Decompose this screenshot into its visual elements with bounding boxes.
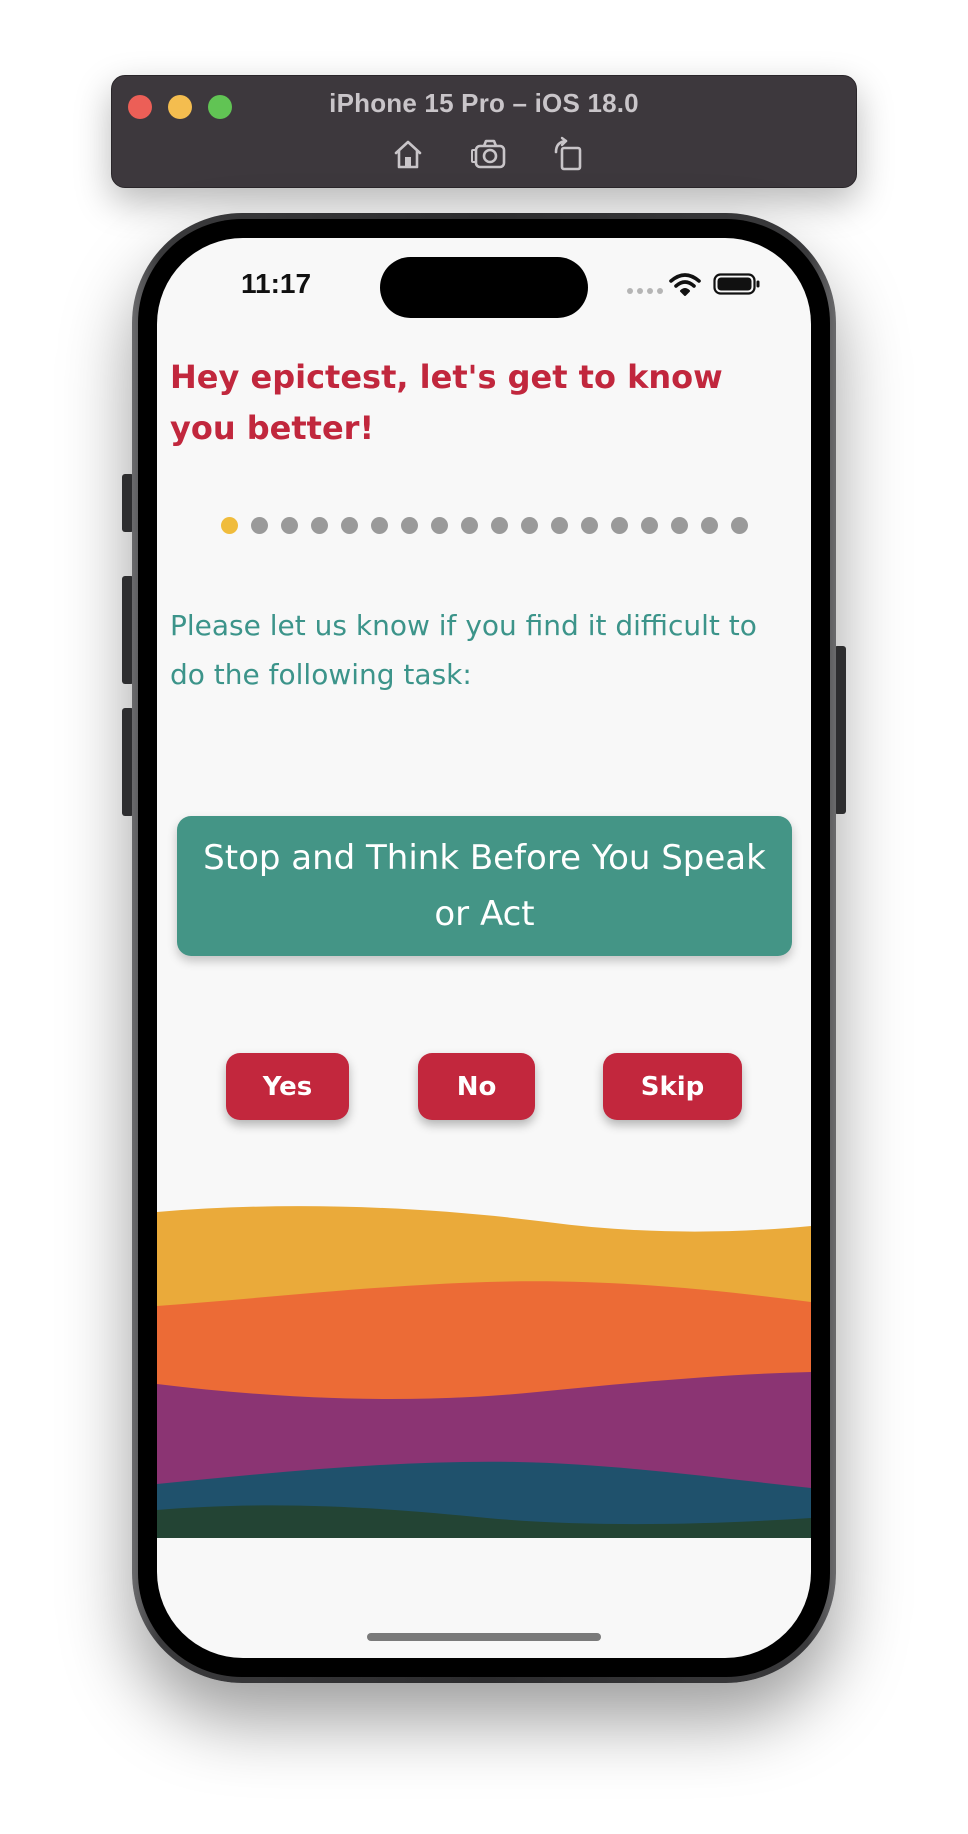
battery-icon	[713, 273, 760, 295]
simulator-title: iPhone 15 Pro – iOS 18.0	[329, 88, 639, 118]
progress-dot	[551, 517, 568, 534]
progress-dot	[461, 517, 478, 534]
progress-dot	[521, 517, 538, 534]
screenshot-icon[interactable]	[470, 136, 510, 172]
progress-dot	[611, 517, 628, 534]
progress-dot	[671, 517, 688, 534]
skip-button[interactable]: Skip	[603, 1053, 742, 1120]
progress-dot	[311, 517, 328, 534]
wifi-icon	[669, 273, 701, 296]
progress-dot	[401, 517, 418, 534]
home-indicator[interactable]	[367, 1633, 601, 1641]
simulator-title-bar: iPhone 15 Pro – iOS 18.0	[111, 75, 857, 188]
decorative-waves	[157, 1206, 811, 1538]
progress-dot	[581, 517, 598, 534]
progress-indicator	[221, 517, 751, 535]
yes-button[interactable]: Yes	[226, 1053, 349, 1120]
home-icon[interactable]	[388, 136, 428, 172]
greeting-heading: Hey epictest, let's get to know you bett…	[170, 358, 723, 447]
rotate-icon[interactable]	[548, 136, 588, 172]
progress-dot	[371, 517, 388, 534]
dynamic-island	[380, 257, 588, 318]
progress-dot	[731, 517, 748, 534]
phone-screen: 11:17 Hey epictest, let's get to know yo…	[157, 238, 811, 1658]
progress-dot	[491, 517, 508, 534]
task-card: Stop and Think Before You Speak or Act	[177, 816, 792, 956]
progress-dot	[341, 517, 358, 534]
progress-dot	[431, 517, 448, 534]
progress-dot	[641, 517, 658, 534]
progress-dot	[221, 517, 238, 534]
task-text: Stop and Think Before You Speak or Act	[203, 838, 766, 934]
progress-dot	[281, 517, 298, 534]
no-button[interactable]: No	[418, 1053, 535, 1120]
cellular-signal-icon	[627, 288, 663, 294]
question-prompt: Please let us know if you find it diffic…	[170, 609, 757, 691]
progress-dot	[701, 517, 718, 534]
progress-dot	[251, 517, 268, 534]
status-time: 11:17	[241, 268, 312, 299]
